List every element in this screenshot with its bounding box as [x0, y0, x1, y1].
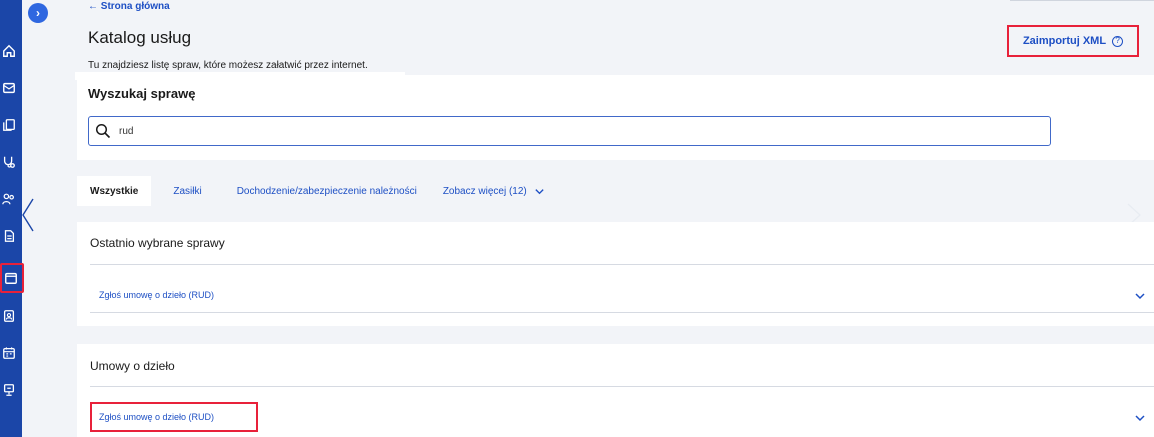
top-divider: [1010, 0, 1154, 1]
mail-icon: [3, 82, 15, 94]
expand-rail-button[interactable]: ›: [28, 3, 48, 23]
chevron-down-icon[interactable]: [1134, 412, 1146, 424]
page-subtitle: Tu znajdziesz listę spraw, które możesz …: [88, 60, 368, 71]
help-circle-icon[interactable]: ?: [1112, 35, 1124, 47]
nav-health[interactable]: [0, 151, 22, 173]
nav-contacts[interactable]: [0, 305, 22, 327]
search-card-top: [75, 72, 405, 80]
import-xml-label: Zaimportuj XML: [1022, 35, 1107, 47]
documents-icon: [3, 119, 15, 131]
section-divider: [90, 264, 1154, 265]
section-title: Umowy o dzieło: [90, 359, 175, 373]
calendar-icon: [3, 347, 15, 359]
nav-people[interactable]: [0, 188, 22, 210]
tab-debt-recovery[interactable]: Dochodzenie/zabezpieczenie należności: [224, 176, 430, 206]
nav-service-catalog[interactable]: [0, 263, 24, 293]
chevron-down-icon[interactable]: [1134, 290, 1146, 302]
see-more-label: Zobacz więcej (12): [442, 185, 527, 197]
people-icon: [2, 193, 14, 205]
section-title: Ostatnio wybrane sprawy: [90, 236, 225, 250]
stethoscope-icon: [3, 156, 15, 168]
chevron-down-icon: [535, 188, 544, 194]
nav-calendar[interactable]: [0, 342, 22, 364]
nav-documents[interactable]: [0, 114, 22, 136]
section-divider: [90, 386, 1154, 387]
chevron-right-icon: ›: [36, 6, 40, 20]
presentation-icon: [3, 384, 15, 396]
tab-all[interactable]: Wszystkie: [77, 176, 152, 206]
search-value[interactable]: rud: [119, 126, 133, 137]
side-nav-rail: [0, 0, 22, 437]
chevron-left-icon: [22, 198, 34, 232]
service-link[interactable]: Zgłoś umowę o dzieło (RUD): [99, 290, 214, 300]
calendar-window-icon: [5, 272, 17, 284]
tab-benefits[interactable]: Zasiłki: [151, 176, 223, 206]
nav-messages[interactable]: [0, 77, 22, 99]
import-xml-button[interactable]: Zaimportuj XML ?: [1007, 25, 1139, 57]
back-to-home-link[interactable]: ← Strona główna: [88, 1, 170, 12]
search-input[interactable]: rud: [88, 116, 1051, 146]
page-title: Katalog usług: [88, 28, 192, 47]
row-divider: [90, 312, 1154, 313]
tab-see-more[interactable]: Zobacz więcej (12): [430, 176, 558, 206]
search-heading: Wyszukaj sprawę: [88, 86, 196, 101]
highlight-frame: [90, 402, 258, 432]
home-icon: [3, 44, 15, 57]
category-tabs: Wszystkie Zasiłki Dochodzenie/zabezpiecz…: [77, 176, 558, 206]
nav-presentation[interactable]: [0, 379, 22, 401]
recent-services-section: Ostatnio wybrane sprawy Zgłoś umowę o dz…: [77, 222, 1154, 326]
nav-home[interactable]: [0, 40, 22, 62]
document-icon: [4, 230, 15, 242]
nav-forms[interactable]: [0, 225, 22, 247]
contact-card-icon: [3, 310, 15, 322]
search-icon: [95, 123, 111, 139]
